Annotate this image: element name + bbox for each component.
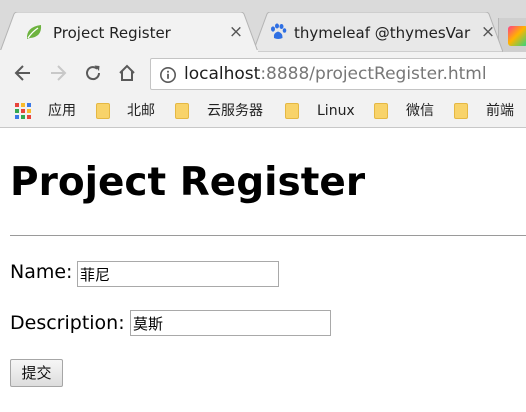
description-label: Description: xyxy=(10,312,125,334)
bookmark-folder-linux[interactable]: Linux xyxy=(285,102,365,120)
bookmark-folder-beiyou[interactable]: 北邮 xyxy=(96,102,166,120)
apps-grid-icon xyxy=(15,103,31,119)
browser-toolbar: localhost:8888/projectRegister.html xyxy=(0,52,526,94)
baidu-paw-icon xyxy=(271,23,287,39)
bookmark-label: 前端 xyxy=(486,103,514,119)
bookmark-label: 应用 xyxy=(48,103,76,119)
home-button[interactable] xyxy=(114,60,140,86)
bookmarks-bar: 应用 北邮 云服务器 Linux 微信 前端 xyxy=(0,94,526,128)
arrow-right-icon xyxy=(51,65,67,81)
folder-icon xyxy=(374,103,388,119)
info-icon[interactable] xyxy=(159,66,177,84)
horizontal-rule xyxy=(10,235,526,236)
name-input[interactable] xyxy=(77,261,279,287)
arrow-left-icon xyxy=(14,65,30,81)
close-icon[interactable]: × xyxy=(226,22,246,42)
page-content: Project Register Name: Description: 提交 xyxy=(0,128,526,412)
tab-title-thymeleaf: thymeleaf @thymesVar xyxy=(294,24,471,42)
bookmark-label: Linux xyxy=(317,103,355,119)
reload-button[interactable] xyxy=(80,60,106,86)
bookmark-apps[interactable]: 应用 xyxy=(15,102,85,120)
url-host: localhost xyxy=(184,64,261,84)
tab-project-register[interactable]: Project Register × xyxy=(0,12,258,52)
folder-icon xyxy=(96,103,110,119)
folder-icon xyxy=(175,103,189,119)
intellij-icon xyxy=(508,26,526,46)
url-path: :8888/projectRegister.html xyxy=(260,64,487,84)
folder-icon xyxy=(285,103,299,119)
url-text[interactable]: localhost:8888/projectRegister.html xyxy=(184,64,487,84)
address-bar[interactable]: localhost:8888/projectRegister.html xyxy=(150,58,526,90)
description-input[interactable] xyxy=(130,310,331,336)
bookmark-folder-cloud-server[interactable]: 云服务器 xyxy=(175,102,275,120)
home-icon xyxy=(119,64,135,81)
tab-title-project-register: Project Register xyxy=(53,24,171,42)
tab-strip: thymeleaf @thymesVar × Project Register … xyxy=(0,0,526,52)
page-title: Project Register xyxy=(10,160,366,205)
bookmark-folder-frontend[interactable]: 前端 xyxy=(454,102,526,120)
bookmark-folder-wechat[interactable]: 微信 xyxy=(374,102,446,120)
forward-button[interactable] xyxy=(45,60,71,86)
back-button[interactable] xyxy=(10,60,36,86)
bookmark-label: 云服务器 xyxy=(207,103,263,119)
close-icon[interactable]: × xyxy=(478,22,498,42)
tab-thymeleaf[interactable]: thymeleaf @thymesVar × xyxy=(253,12,503,52)
spring-leaf-icon xyxy=(26,25,42,39)
reload-icon xyxy=(86,65,101,81)
submit-button[interactable]: 提交 xyxy=(10,359,63,387)
folder-icon xyxy=(454,103,468,119)
bookmark-label: 微信 xyxy=(406,103,434,119)
name-label: Name: xyxy=(10,261,73,283)
bookmark-label: 北邮 xyxy=(127,103,155,119)
